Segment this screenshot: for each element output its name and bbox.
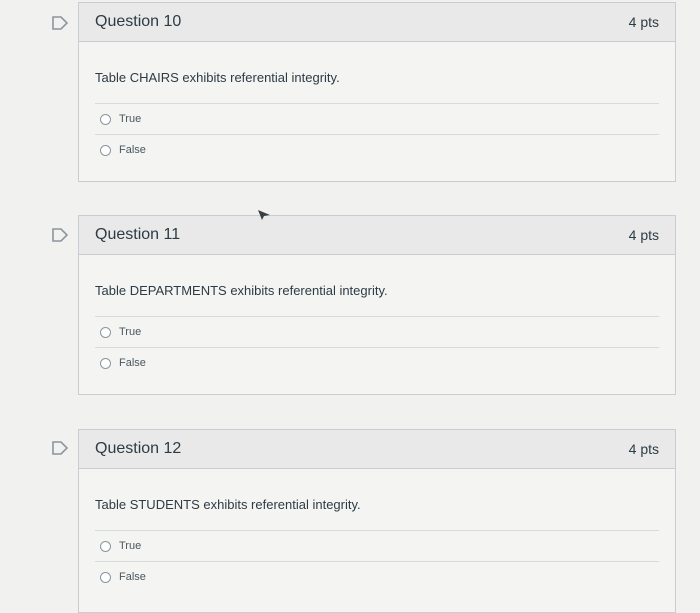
question-10: Question 10 4 pts Table CHAIRS exhibits … [78,2,676,182]
radio-button[interactable] [100,144,111,156]
answer-true[interactable]: True [95,531,659,562]
question-body: Table DEPARTMENTS exhibits referential i… [79,255,675,378]
question-title: Question 10 [95,13,182,30]
answer-false[interactable]: False [95,348,659,378]
question-header: Question 10 4 pts [79,3,675,42]
question-header: Question 11 4 pts [79,216,675,255]
answer-label: True [119,113,142,125]
answer-list: True False [95,530,659,592]
answer-label: True [119,326,142,338]
question-text: Table STUDENTS exhibits referential inte… [95,497,361,512]
answer-true[interactable]: True [95,317,659,348]
answer-label: False [119,571,146,583]
answer-label: False [119,357,146,369]
radio-button[interactable] [100,113,111,125]
question-text: Table CHAIRS exhibits referential integr… [95,70,340,85]
answer-label: True [119,540,142,552]
question-points: 4 pts [628,441,659,457]
flag-question-icon[interactable] [52,16,69,30]
answer-label: False [119,144,146,156]
radio-button[interactable] [100,571,111,583]
question-12: Question 12 4 pts Table STUDENTS exhibit… [78,429,676,613]
question-header: Question 12 4 pts [79,430,675,469]
flag-question-icon[interactable] [52,441,69,455]
answer-list: True False [95,103,659,165]
question-title: Question 12 [95,440,182,457]
question-body: Table CHAIRS exhibits referential integr… [79,42,675,165]
question-points: 4 pts [628,227,659,243]
question-body: Table STUDENTS exhibits referential inte… [79,469,675,592]
answer-false[interactable]: False [95,562,659,592]
radio-button[interactable] [100,540,111,552]
answer-true[interactable]: True [95,104,659,135]
question-11: Question 11 4 pts Table DEPARTMENTS exhi… [78,215,676,395]
question-points: 4 pts [628,14,659,30]
question-title: Question 11 [95,226,181,243]
question-text: Table DEPARTMENTS exhibits referential i… [95,283,388,298]
flag-question-icon[interactable] [52,228,69,242]
radio-button[interactable] [100,357,111,369]
answer-list: True False [95,316,659,378]
answer-false[interactable]: False [95,135,659,165]
mouse-cursor-icon [257,208,271,226]
radio-button[interactable] [100,326,111,338]
